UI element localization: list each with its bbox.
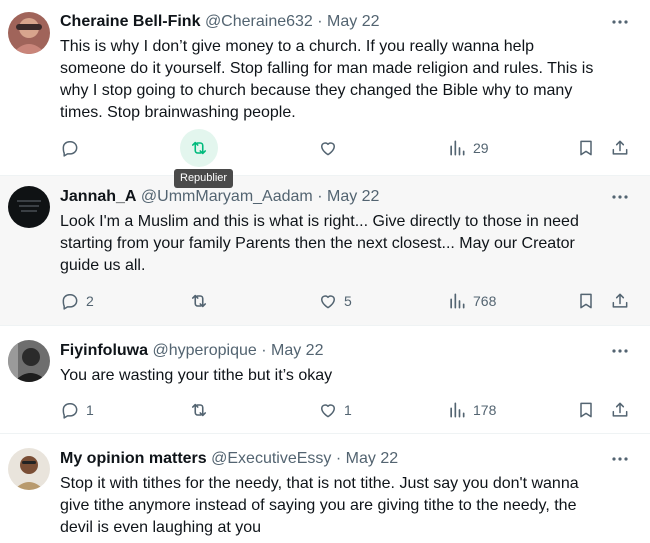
like-button[interactable]: 5 [318, 289, 352, 313]
tweet-header: Fiyinfoluwa @hyperopique · May 22 [60, 340, 323, 362]
like-count: 5 [344, 293, 352, 309]
more-icon [612, 20, 628, 24]
tweet-text-line: someone do it yourself. Stop falling for… [60, 60, 594, 77]
bookmark-icon [580, 293, 592, 309]
more-button[interactable] [608, 186, 632, 208]
tweet-text-line: guide us all. [60, 257, 146, 274]
more-button[interactable] [608, 448, 632, 470]
reply-button[interactable] [60, 136, 86, 160]
user-handle[interactable]: @hyperopique [152, 342, 256, 359]
share-button[interactable] [610, 136, 630, 160]
views-icon [450, 140, 465, 156]
display-name[interactable]: Cheraine Bell-Fink [60, 13, 200, 30]
tweet-text: Stop it with tithes for the needy, that … [60, 473, 630, 539]
tweet-text-line: starting from your family Parents then t… [60, 235, 575, 252]
reply-icon [62, 294, 78, 310]
separator-dot: · [335, 450, 342, 467]
repost-button[interactable] [189, 289, 209, 313]
reply-button[interactable]: 1 [60, 398, 94, 422]
tweet-text-line: devil is even laughing at you [60, 519, 262, 536]
display-name[interactable]: Jannah_A [60, 188, 136, 205]
user-handle[interactable]: @UmmMaryam_Aadam [141, 188, 313, 205]
repost-button[interactable] [189, 136, 209, 160]
avatar[interactable] [8, 448, 50, 490]
tweet-text-line: You are wasting your tithe but it’s okay [60, 367, 333, 384]
repost-tooltip: Republier [174, 169, 234, 188]
separator-dot: · [317, 188, 323, 205]
reply-button[interactable]: 2 [60, 289, 94, 313]
separator-dot: · [261, 342, 267, 359]
like-button[interactable] [318, 136, 344, 160]
avatar[interactable] [8, 186, 50, 228]
more-button[interactable] [608, 340, 632, 362]
tweet[interactable]: Fiyinfoluwa @hyperopique · May 22 You ar… [0, 326, 650, 434]
share-button[interactable] [610, 398, 630, 422]
display-name[interactable]: Fiyinfoluwa [60, 342, 148, 359]
more-button[interactable] [608, 11, 632, 33]
bookmark-icon [580, 402, 592, 418]
bookmark-button[interactable] [576, 289, 596, 313]
share-icon [612, 293, 628, 308]
more-icon [612, 457, 628, 461]
user-handle[interactable]: @ExecutiveEssy [211, 450, 331, 467]
views-icon [450, 402, 465, 418]
share-button[interactable] [610, 289, 630, 313]
tweet-text-line: This is why I don’t give money to a chur… [60, 38, 535, 55]
action-bar: 2 5 768 [0, 289, 650, 313]
like-icon [321, 142, 335, 156]
tweet-date[interactable]: May 22 [327, 188, 379, 205]
separator-dot: · [317, 13, 323, 30]
views-count: 29 [473, 140, 489, 156]
like-button[interactable]: 1 [318, 398, 352, 422]
repost-button[interactable] [189, 398, 209, 422]
tweet[interactable]: Cheraine Bell-Fink @Cheraine632 · May 22… [0, 0, 650, 176]
tweet-text-line: why I stop going to church because they … [60, 82, 573, 99]
views-button[interactable]: 768 [447, 289, 496, 313]
tweet-text: This is why I don’t give money to a chur… [60, 36, 630, 124]
tweet-date[interactable]: May 22 [327, 13, 379, 30]
tweet-text: Look I'm a Muslim and this is what is ri… [60, 211, 630, 277]
tweet-header: Jannah_A @UmmMaryam_Aadam · May 22 [60, 186, 379, 208]
tweet[interactable]: Jannah_A @UmmMaryam_Aadam · May 22 Look … [0, 176, 650, 326]
like-count: 1 [344, 402, 352, 418]
reply-count: 2 [86, 293, 94, 309]
views-count: 178 [473, 402, 497, 418]
bookmark-icon [580, 140, 592, 156]
more-icon [612, 349, 628, 353]
tweet-header: Cheraine Bell-Fink @Cheraine632 · May 22 [60, 11, 380, 33]
repost-icon [191, 141, 207, 155]
share-icon [612, 140, 628, 155]
repost-icon [191, 403, 207, 417]
tweet-text: You are wasting your tithe but it’s okay [60, 365, 630, 387]
views-icon [450, 293, 465, 309]
reply-icon [62, 403, 78, 419]
avatar[interactable] [8, 340, 50, 382]
views-button[interactable]: 178 [447, 398, 496, 422]
like-icon [321, 404, 335, 418]
tweet-text-line: Look I'm a Muslim and this is what is ri… [60, 213, 579, 230]
tweet-date[interactable]: May 22 [346, 450, 398, 467]
tweet-text-line: times. Stop brainwashing people. [60, 104, 296, 121]
tweet-text-line: Stop it with tithes for the needy, that … [60, 475, 579, 492]
action-bar: 1 1 178 [0, 398, 650, 422]
action-bar: 29 [0, 129, 650, 167]
tweet-text-line: give tithe anymore instead of saying you… [60, 497, 577, 514]
bookmark-button[interactable] [576, 398, 596, 422]
reply-icon [62, 141, 78, 157]
repost-icon [191, 294, 207, 308]
like-icon [321, 295, 335, 309]
share-icon [612, 402, 628, 417]
display-name[interactable]: My opinion matters [60, 450, 207, 467]
reply-count: 1 [86, 402, 94, 418]
tweet[interactable]: My opinion matters @ExecutiveEssy · May … [0, 434, 650, 543]
tweet-date[interactable]: May 22 [271, 342, 323, 359]
bookmark-button[interactable] [576, 136, 596, 160]
avatar[interactable] [8, 12, 50, 54]
user-handle[interactable]: @Cheraine632 [205, 13, 313, 30]
views-count: 768 [473, 293, 497, 309]
tweet-header: My opinion matters @ExecutiveEssy · May … [60, 448, 398, 470]
views-button[interactable]: 29 [447, 136, 489, 160]
more-icon [612, 195, 628, 199]
